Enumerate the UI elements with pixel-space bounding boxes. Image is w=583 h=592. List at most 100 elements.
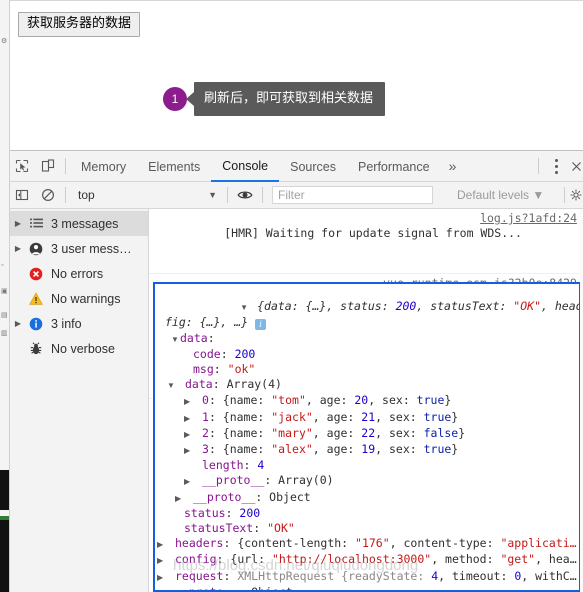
close-icon[interactable] — [569, 153, 583, 179]
devtools-panel: Memory Elements Console Sources Performa… — [9, 150, 583, 592]
key-data-array: data — [185, 377, 213, 392]
tab-console[interactable]: Console — [211, 151, 280, 182]
expand-triangle-icon[interactable]: ▶ — [157, 553, 175, 568]
tree-node-config[interactable]: ▶ config: {url: "http://localhost:3000", … — [155, 552, 579, 568]
chevron-down-icon: ▼ — [208, 190, 217, 200]
filterbar-divider — [262, 187, 263, 203]
sliver-glyph: ▤ — [1, 312, 8, 319]
expand-triangle-icon[interactable]: ▶ — [184, 427, 202, 442]
request-part-a: XMLHttpRequest {readyState: — [237, 568, 432, 583]
console-filter-input[interactable] — [272, 186, 433, 204]
execution-context-select[interactable]: top ▼ — [70, 188, 223, 202]
more-tabs-icon[interactable]: » — [441, 151, 465, 181]
sidebar-item-verbose[interactable]: ▶ No verbose — [9, 336, 148, 361]
key-msg: msg — [193, 362, 214, 377]
console-message-hmr[interactable]: [HMR] Waiting for update signal from WDS… — [149, 209, 583, 274]
tree-node-item[interactable]: ▶ 1: {name: "jack", age: 21, sex: true} — [155, 410, 579, 426]
item-sex: true — [416, 393, 445, 408]
tab-sources[interactable]: Sources — [279, 152, 347, 181]
kebab-menu-icon[interactable] — [543, 153, 569, 179]
info-badge-icon[interactable]: i — [255, 319, 267, 331]
tab-elements[interactable]: Elements — [137, 152, 211, 181]
filterbar-divider — [65, 187, 66, 203]
item-index: 0 — [202, 393, 209, 408]
tree-node-proto-array[interactable]: ▶ __proto__: Array(0) — [155, 473, 579, 489]
execution-context-value: top — [78, 188, 95, 202]
expand-triangle-icon[interactable]: ▶ — [11, 319, 25, 328]
key-code: code — [193, 346, 221, 361]
response-object-tree[interactable]: ▼ {data: {…}, status: 200, statusText: "O… — [153, 282, 581, 592]
sidebar-item-warnings[interactable]: ▶ No warnings — [9, 286, 148, 311]
expand-triangle-icon[interactable]: ▶ — [11, 244, 25, 253]
fetch-server-data-button[interactable]: 获取服务器的数据 — [18, 12, 141, 37]
collapse-triangle-icon[interactable]: ▼ — [171, 332, 180, 347]
tree-node-data-array[interactable]: ▼ data: Array(4) — [155, 377, 579, 393]
object-preview-line-2: fig: {…}, …} i — [155, 315, 579, 331]
tab-memory[interactable]: Memory — [70, 152, 137, 181]
sliver-block-green — [0, 516, 9, 520]
live-expression-eye-icon[interactable] — [232, 182, 258, 208]
devtools-toolbar: Memory Elements Console Sources Performa… — [9, 151, 583, 182]
preview-part2: , statusText: — [416, 299, 514, 314]
console-sidebar-toggle-icon[interactable] — [9, 182, 35, 208]
console-output[interactable]: [HMR] Waiting for update signal from WDS… — [149, 209, 583, 592]
screenshot-root: ⚙ ▫ ▣ ▤ ▥ 获取服务器的数据 1 刷新后，即可获取到相关数据 Memor… — [0, 0, 583, 592]
console-message-source[interactable]: log.js?1afd:24 — [480, 211, 577, 226]
config-method: "get" — [500, 552, 536, 567]
expand-triangle-icon[interactable]: ▶ — [11, 219, 25, 228]
expand-triangle-icon[interactable]: ▶ — [184, 411, 202, 426]
device-toolbar-icon[interactable] — [35, 153, 61, 179]
tree-node-headers[interactable]: ▶ headers: {content-length: "176", conten… — [155, 536, 579, 552]
value-data-array: Array(4) — [226, 377, 282, 392]
tree-node-proto-root[interactable]: ▶__proto__: Object — [155, 584, 579, 592]
console-levels-select[interactable]: Default levels ▼ — [457, 188, 544, 202]
request-part-c: , withC… — [521, 568, 577, 583]
collapse-triangle-icon[interactable]: ▼ — [167, 378, 185, 393]
console-message-text: [HMR] Waiting for update signal from WDS… — [224, 226, 522, 240]
clear-console-icon[interactable] — [35, 182, 61, 208]
collapse-triangle-icon[interactable]: ▼ — [240, 300, 257, 315]
sidebar-item-label: No warnings — [51, 291, 121, 306]
console-levels-value: Default levels — [457, 188, 530, 202]
expand-triangle-icon[interactable]: ▶ — [184, 394, 202, 409]
item-name: "tom" — [271, 393, 306, 408]
annotation-step-badge: 1 — [163, 87, 187, 111]
item-age: 20 — [354, 393, 369, 408]
key-statustext: statusText — [184, 521, 254, 536]
toolbar-divider — [538, 158, 539, 174]
console-settings-icon[interactable] — [569, 182, 583, 208]
sidebar-item-label: 3 messages — [51, 216, 119, 231]
sidebar-item-errors[interactable]: ▶ No errors — [9, 261, 148, 286]
tree-node-request[interactable]: ▶ request: XMLHttpRequest {readyState: 4,… — [155, 569, 579, 585]
annotation-text: 刷新后，即可获取到相关数据 — [194, 82, 386, 116]
item-index: 2 — [202, 425, 209, 440]
tree-node-item[interactable]: ▶ 2: {name: "mary", age: 22, sex: false} — [155, 426, 579, 442]
key-proto: __proto__ — [202, 473, 265, 488]
tree-node-item[interactable]: ▶ 3: {name: "alex", age: 19, sex: true} — [155, 442, 579, 458]
expand-triangle-icon[interactable]: ▶ — [157, 570, 175, 585]
value-proto: Object — [251, 584, 293, 592]
sidebar-item-messages[interactable]: ▶ 3 messages — [9, 211, 148, 236]
console-sidebar: ▶ 3 messages ▶ 3 user mess… No errors No… — [9, 209, 149, 592]
expand-triangle-icon[interactable]: ▶ — [157, 537, 175, 552]
object-preview-line[interactable]: ▼ {data: {…}, status: 200, statusText: "O… — [155, 284, 579, 315]
config-part-c: , hea… — [535, 552, 577, 567]
sidebar-item-user-messages[interactable]: ▶ 3 user mess… — [9, 236, 148, 261]
key-status: status — [184, 505, 226, 520]
filterbar-divider — [564, 187, 565, 203]
tree-node-item[interactable]: ▶ 0: {name: "tom", age: 20, sex: true} — [155, 393, 579, 409]
tab-performance[interactable]: Performance — [347, 152, 441, 181]
annotation-arrow — [186, 92, 194, 106]
tree-node-data[interactable]: ▼data: — [155, 331, 579, 347]
key-proto: __proto__ — [193, 489, 256, 504]
expand-triangle-icon[interactable]: ▶ — [175, 491, 193, 506]
inspect-element-icon[interactable] — [9, 153, 35, 179]
sidebar-item-info[interactable]: ▶ 3 info — [9, 311, 148, 336]
expand-triangle-icon[interactable]: ▶ — [157, 586, 175, 590]
expand-triangle-icon[interactable]: ▶ — [184, 474, 202, 489]
sidebar-item-label: 3 info — [51, 316, 82, 331]
tree-node-proto-object[interactable]: ▶ __proto__: Object — [155, 490, 579, 506]
bug-icon — [25, 341, 47, 356]
warning-icon — [25, 291, 47, 306]
expand-triangle-icon[interactable]: ▶ — [184, 443, 202, 458]
